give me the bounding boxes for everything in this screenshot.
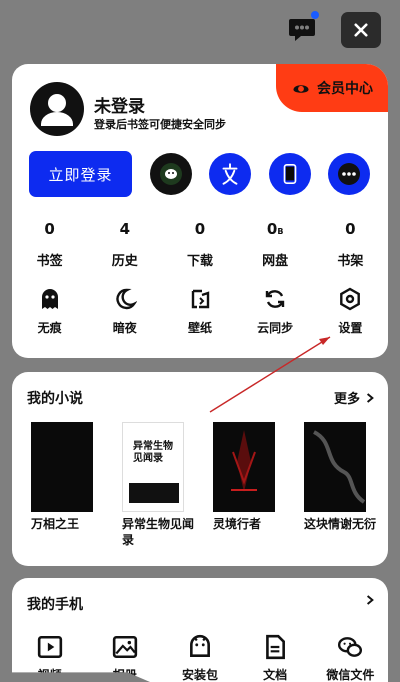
tool-night-mode[interactable]: 暗夜 bbox=[87, 287, 162, 336]
book-cover bbox=[31, 422, 93, 512]
account-card: 会员中心 未登录 登录后书签可便捷安全同步 立即登录 0 书签 4 历史 0 下… bbox=[12, 64, 388, 358]
tool-incognito[interactable]: 无痕 bbox=[12, 287, 87, 336]
chevron-right-icon bbox=[366, 595, 374, 605]
baidu-login-button[interactable] bbox=[209, 153, 251, 195]
book-title: 异常生物见闻录 bbox=[122, 517, 195, 547]
login-hint: 登录后书签可便捷安全同步 bbox=[94, 118, 226, 131]
stat-bookmarks[interactable]: 0 书签 bbox=[12, 220, 87, 269]
my-phone-card: 我的手机 视频 相册 安装包 bbox=[12, 578, 388, 682]
tool-cloud-sync[interactable]: 云同步 bbox=[238, 287, 313, 336]
phone-item-wechat-files[interactable]: 微信文件 bbox=[313, 634, 388, 682]
stat-history[interactable]: 4 历史 bbox=[87, 220, 162, 269]
document-icon bbox=[266, 634, 286, 660]
vip-icon bbox=[293, 85, 309, 93]
book-cover bbox=[304, 422, 366, 512]
phone-login-button[interactable] bbox=[269, 153, 311, 195]
phone-item-documents[interactable]: 文档 bbox=[238, 634, 313, 682]
phone-title: 我的手机 bbox=[27, 597, 83, 613]
book-title: 这块情谢无衍 bbox=[304, 517, 377, 531]
tools-row: 无痕 暗夜 壁纸 云同步 设置 bbox=[12, 287, 388, 336]
stat-bookshelf[interactable]: 0 书架 bbox=[313, 220, 388, 269]
photo-icon bbox=[112, 635, 137, 659]
more-login-button[interactable] bbox=[328, 153, 370, 195]
wechat-login-button[interactable] bbox=[150, 153, 192, 195]
ghost-icon bbox=[41, 289, 58, 309]
close-icon bbox=[354, 23, 368, 37]
wallpaper-icon bbox=[191, 289, 210, 309]
video-icon bbox=[37, 635, 62, 659]
phone-icon bbox=[283, 164, 297, 184]
moon-icon bbox=[116, 288, 137, 310]
wechat-file-icon bbox=[338, 637, 363, 657]
vip-label: 会员中心 bbox=[317, 81, 373, 97]
close-button[interactable] bbox=[341, 12, 381, 48]
book-cover-art bbox=[231, 430, 257, 492]
book-cover: 异常生物见闻录 bbox=[122, 422, 184, 512]
my-novels-card: 我的小说 更多 万相之王 异常生物见闻录 异常生物见闻录 灵境行者 这块情谢无衍 bbox=[12, 372, 388, 566]
more-icon bbox=[338, 163, 360, 185]
stat-netdisk[interactable]: 0B 网盘 bbox=[238, 220, 313, 269]
novels-title: 我的小说 bbox=[27, 391, 83, 407]
chevron-right-icon bbox=[366, 392, 374, 403]
book-cover-title: 异常生物见闻录 bbox=[133, 441, 173, 464]
login-button[interactable]: 立即登录 bbox=[29, 151, 132, 197]
unread-dot bbox=[311, 11, 319, 19]
tool-settings[interactable]: 设置 bbox=[313, 287, 388, 336]
novels-more-link[interactable]: 更多 bbox=[334, 388, 374, 407]
vip-center-button[interactable]: 会员中心 bbox=[276, 64, 388, 112]
username: 未登录 bbox=[94, 97, 145, 117]
avatar[interactable] bbox=[30, 82, 84, 136]
wechat-icon bbox=[160, 163, 182, 185]
baidu-icon bbox=[222, 163, 238, 185]
stat-downloads[interactable]: 0 下载 bbox=[162, 220, 237, 269]
tool-wallpaper[interactable]: 壁纸 bbox=[162, 287, 237, 336]
top-bar bbox=[0, 0, 400, 60]
apk-icon bbox=[190, 634, 210, 657]
sync-icon bbox=[265, 290, 285, 308]
book-cover bbox=[213, 422, 275, 512]
book-cover-art bbox=[312, 430, 366, 504]
phone-more-link[interactable] bbox=[366, 594, 374, 606]
book-title: 灵境行者 bbox=[213, 517, 262, 531]
stats-row: 0 书签 4 历史 0 下载 0B 网盘 0 书架 bbox=[12, 220, 388, 269]
settings-icon bbox=[340, 287, 361, 311]
phone-item-apk[interactable]: 安装包 bbox=[162, 634, 237, 682]
book-title: 万相之王 bbox=[31, 517, 80, 531]
